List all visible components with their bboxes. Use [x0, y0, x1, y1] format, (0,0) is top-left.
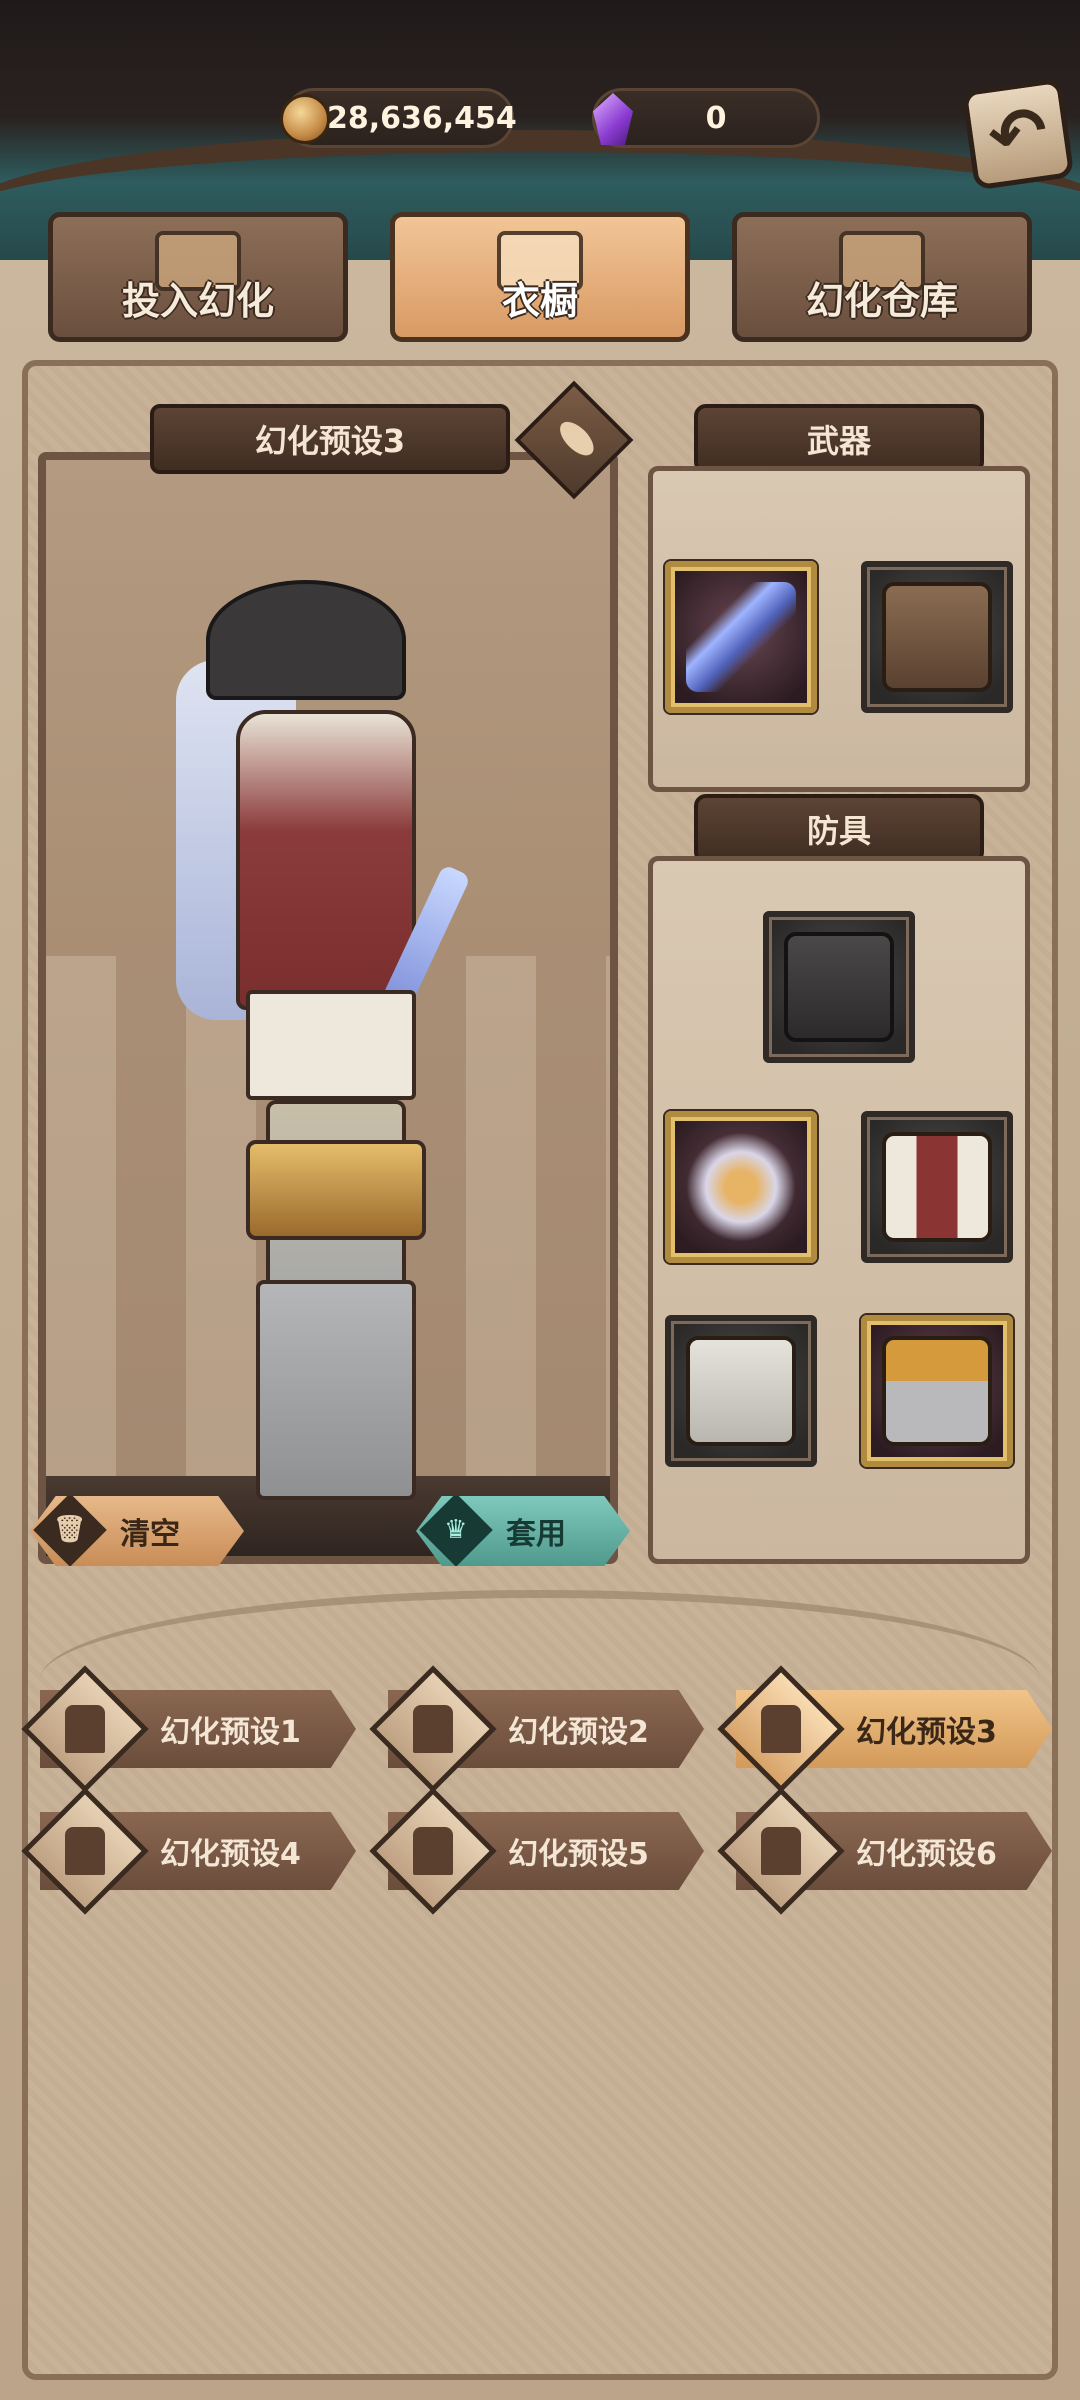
coin-counter: 28,636,454 [280, 88, 517, 148]
preset-name: 幻化预设3 [254, 422, 406, 460]
armor-section-title: 防具 [694, 794, 984, 864]
weapon-panel [648, 466, 1030, 792]
armor-slot-hat[interactable] [763, 911, 915, 1063]
preset-label: 幻化预设6 [856, 1837, 997, 1872]
feather-glove-icon [686, 1132, 796, 1242]
preset-label: 幻化预设1 [160, 1715, 301, 1750]
preset-label: 幻化预设2 [508, 1715, 649, 1750]
feather-icon [554, 415, 600, 462]
armor-slot-pants[interactable] [665, 1315, 817, 1467]
armored-boots-icon [882, 1336, 992, 1446]
character-preview [38, 452, 618, 1564]
character-boots [256, 1280, 416, 1500]
character-body [236, 710, 416, 1010]
clear-button[interactable]: 🗑 清空 [30, 1496, 244, 1566]
weapon-slot-crystal-blade[interactable] [665, 561, 817, 713]
character-skirt [246, 990, 416, 1100]
breeches-icon [686, 1336, 796, 1446]
armor-panel [648, 856, 1030, 1564]
tab-transmog-storage[interactable]: 幻化仓库 [732, 212, 1032, 342]
back-arrow-icon: ↶ [983, 89, 1053, 179]
tab-label: 投入幻化 [121, 279, 274, 323]
character-knee-guards [246, 1140, 426, 1240]
preset-label: 幻化预设5 [508, 1837, 649, 1872]
tricorn-hat-icon [784, 932, 894, 1042]
corset-coat-icon [882, 1132, 992, 1242]
clear-label: 清空 [120, 1517, 180, 1552]
character-model [176, 560, 496, 1500]
weapon-slot-tool-pouch[interactable] [861, 561, 1013, 713]
armor-slot-boots[interactable] [861, 1315, 1013, 1467]
armor-slot-glove[interactable] [665, 1111, 817, 1263]
weapon-label: 武器 [806, 422, 871, 460]
tab-label: 衣橱 [501, 279, 578, 323]
armor-slot-coat[interactable] [861, 1111, 1013, 1263]
preset-label: 幻化预设3 [856, 1715, 997, 1750]
tab-wardrobe[interactable]: 衣橱 [390, 212, 690, 342]
tool-pouch-icon [882, 582, 992, 692]
crystal-blade-icon [686, 582, 796, 692]
armor-label: 防具 [806, 812, 871, 850]
weapon-section-title: 武器 [694, 404, 984, 474]
apply-label: 套用 [506, 1517, 566, 1552]
wardrobe-screen: 28,636,454 0 ↶ 投入幻化 衣橱 幻化仓库 幻化预设3 🗑 清空 ♛… [0, 0, 1080, 2400]
gem-counter: 0 [592, 88, 820, 148]
preset-label: 幻化预设4 [160, 1837, 301, 1872]
tab-label: 幻化仓库 [805, 279, 958, 323]
back-button[interactable]: ↶ [961, 77, 1075, 191]
character-hat [206, 580, 406, 700]
gold-coin-icon [271, 85, 339, 153]
apply-button[interactable]: ♛ 套用 [416, 1496, 630, 1566]
preset-name-plate: 幻化预设3 [150, 404, 510, 474]
tab-invest-transmog[interactable]: 投入幻化 [48, 212, 348, 342]
purple-crystal-icon [579, 85, 647, 153]
